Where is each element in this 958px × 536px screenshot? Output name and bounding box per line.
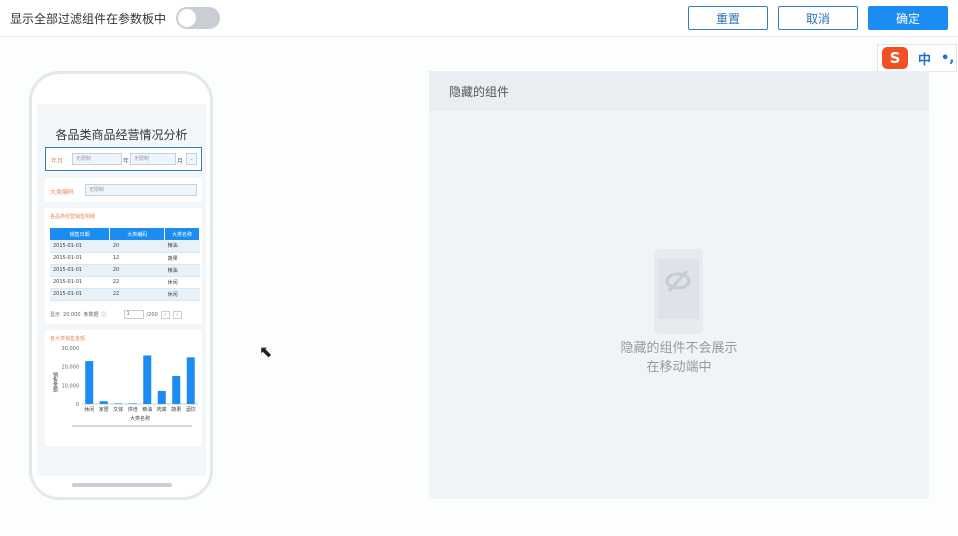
page-input[interactable]: 1 — [123, 310, 144, 319]
x-tick-label: 烘培 — [128, 406, 138, 413]
y-tick-label: 30,000 — [62, 346, 80, 352]
category-filter-label: 大类编码 — [50, 189, 75, 196]
show-all-filters-label: 显示全部过滤组件在参数板中 — [10, 12, 167, 26]
x-tick-label: 休闲 — [84, 406, 94, 413]
x-tick-label: 蔬果 — [171, 406, 181, 413]
top-toolbar: 显示全部过滤组件在参数板中 重置 取消 确定 — [0, 0, 958, 37]
hidden-message-line2: 在移动端中 — [646, 360, 712, 375]
category-select[interactable]: 无限制 — [85, 184, 197, 196]
table-header-cell[interactable]: 销售日期 — [50, 228, 111, 240]
table-cell: 蔬果 — [164, 252, 200, 265]
table-cell: 休闲 — [164, 276, 200, 289]
table-pager: 显示 20,000 条数据 ⓘ 1 /200 ‹ › — [50, 310, 182, 319]
x-tick-label: 粮油 — [142, 406, 152, 413]
y-axis-title: 销售金额 — [52, 371, 58, 393]
y-tick-label: 0 — [76, 402, 79, 408]
table-row[interactable]: 2015-01-01 22 休闲 — [50, 276, 200, 289]
bar — [128, 403, 137, 404]
reset-button[interactable]: 重置 — [688, 6, 768, 30]
toggle-knob — [178, 9, 196, 27]
next-page-icon[interactable]: › — [172, 310, 182, 319]
hidden-components-title: 隐藏的组件 — [449, 85, 510, 99]
bar — [143, 355, 152, 404]
mobile-preview-frame: 各品类商品经营情况分析 年月 无限制 年 无限制 月 ⌄ 大类编码 无限制 各品… — [29, 71, 213, 500]
table-header-cell[interactable]: 大类名称 — [164, 228, 200, 240]
ime-mode-label[interactable]: 中 — [918, 49, 931, 68]
table-card-title: 各品类经营销售明细 — [50, 214, 96, 220]
table-row[interactable]: 2015-01-01 20 粮油 — [50, 240, 200, 253]
table-cell: 休闲 — [164, 288, 200, 301]
show-all-filters-toggle[interactable] — [176, 7, 220, 29]
table-row[interactable]: 2015-01-01 22 休闲 — [50, 288, 200, 301]
table-cell: 2015-01-01 — [50, 240, 110, 253]
ime-punct-label[interactable]: •, — [941, 51, 954, 66]
bar — [114, 403, 123, 404]
detail-table[interactable]: 销售日期 大类编码 大类名称 2015-01-01 20 粮油 2015-01-01… — [50, 228, 200, 301]
table-cell: 12 — [109, 252, 165, 265]
month-select[interactable]: 无限制 — [130, 153, 176, 165]
pager-show-label: 显示 — [50, 312, 61, 318]
date-filter[interactable]: 年月 无限制 年 无限制 月 ⌄ — [45, 147, 202, 171]
bar — [186, 357, 195, 404]
bar — [99, 401, 108, 404]
pager-count: 20,000 — [63, 311, 81, 318]
mobile-preview-screen: 各品类商品经营情况分析 年月 无限制 年 无限制 月 ⌄ 大类编码 无限制 各品… — [37, 104, 206, 476]
table-cell: 2015-01-01 — [50, 288, 110, 301]
table-cell: 22 — [109, 288, 165, 301]
bar — [85, 361, 94, 404]
pager-unit: 条数据 — [83, 312, 99, 318]
hidden-phone-icon — [654, 249, 703, 334]
bar-chart-card: 各大类销售金额 30,000 20,000 10,000 0 休闲 家居 文体 烘培 粮油 肉禽蔬… — [45, 330, 202, 446]
sogou-logo-icon: S — [882, 47, 908, 69]
year-unit: 年 — [123, 158, 130, 165]
x-tick-label: 肉禽 — [157, 406, 167, 413]
hidden-components-panel: 隐藏的组件 隐藏的组件不会展示 在移动端中 — [429, 71, 929, 499]
bar — [172, 376, 181, 404]
ime-toolbar[interactable]: S 中 •, — [877, 44, 957, 72]
category-filter[interactable]: 大类编码 无限制 — [45, 178, 202, 202]
table-cell: 粮油 — [164, 264, 200, 277]
eye-off-icon — [665, 269, 691, 293]
table-row[interactable]: 2015-01-01 20 粮油 — [50, 264, 200, 277]
bar-chart[interactable]: 30,000 20,000 10,000 0 休闲 家居 文体 烘培 粮油 肉禽 蔬果 酒饮大类名称 销… — [45, 336, 202, 446]
date-filter-label: 年月 — [51, 158, 64, 165]
table-cell: 2015-01-01 — [50, 276, 110, 289]
x-tick-label: 家居 — [99, 406, 109, 413]
chevron-down-icon[interactable]: ⌄ — [186, 153, 197, 165]
year-select[interactable]: 无限制 — [72, 153, 122, 165]
table-cell: 2015-01-01 — [50, 252, 110, 265]
table-cell: 20 — [109, 240, 165, 253]
x-axis-title: 大类名称 — [130, 415, 150, 422]
table-row[interactable]: 2015-01-01 12 蔬果 — [50, 252, 200, 265]
chart-scrollbar — [72, 425, 192, 427]
prev-page-icon[interactable]: ‹ — [160, 310, 170, 319]
confirm-button[interactable]: 确定 — [868, 6, 948, 30]
bar — [157, 390, 166, 404]
table-header-cell[interactable]: 大类编码 — [109, 228, 166, 240]
cancel-button[interactable]: 取消 — [778, 6, 858, 30]
page-total: /200 — [146, 311, 158, 318]
home-indicator — [72, 483, 172, 487]
y-tick-label: 10,000 — [62, 383, 80, 389]
table-cell: 粮油 — [164, 240, 200, 253]
month-unit: 月 — [177, 158, 184, 165]
mouse-cursor-icon: ⬉ — [259, 342, 273, 361]
table-cell: 2015-01-01 — [50, 264, 110, 277]
dashboard-title: 各品类商品经营情况分析 — [55, 128, 188, 142]
table-cell: 22 — [109, 276, 165, 289]
hidden-message-line1: 隐藏的组件不会展示 — [620, 341, 738, 356]
x-tick-label: 文体 — [113, 406, 123, 413]
table-cell: 20 — [109, 264, 165, 277]
hidden-components-header: 隐藏的组件 — [429, 71, 929, 111]
y-tick-label: 20,000 — [62, 365, 80, 371]
detail-table-card: 各品类经营销售明细 销售日期 大类编码 大类名称 2015-01-01 20 粮油 … — [45, 208, 202, 324]
x-tick-label: 酒饮 — [186, 406, 196, 413]
info-icon[interactable]: ⓘ — [102, 311, 107, 318]
